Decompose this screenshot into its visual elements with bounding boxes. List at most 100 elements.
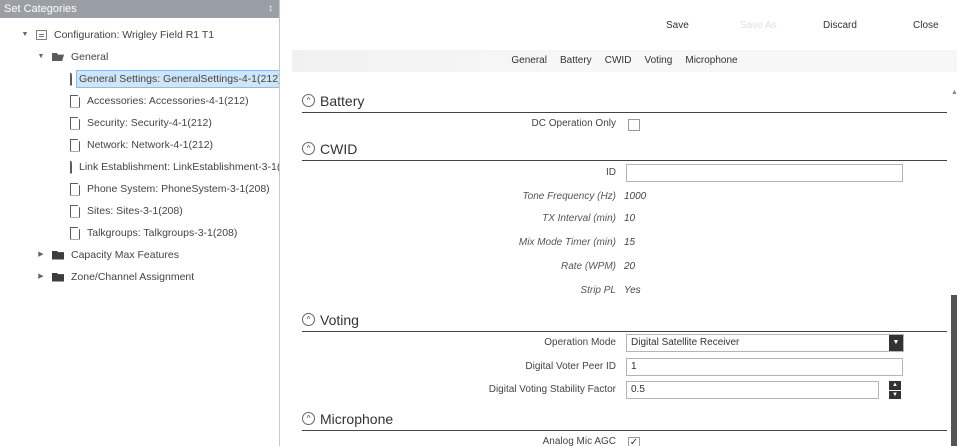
dc-operation-checkbox[interactable] — [628, 119, 640, 131]
tree-item-label: Phone System: PhoneSystem-3-1(208) — [87, 183, 270, 195]
section-tabs: General Battery CWID Voting Microphone — [292, 50, 957, 72]
tree-node-capacity-max[interactable]: ▶ Capacity Max Features — [0, 244, 279, 266]
expand-caret-icon[interactable]: ▼ — [20, 24, 30, 46]
folder-icon — [52, 250, 64, 260]
stability-factor-spinner[interactable]: ▲ ▼ — [889, 381, 901, 399]
tab-battery[interactable]: Battery — [560, 50, 592, 72]
folder-icon — [52, 272, 64, 282]
spin-down-icon[interactable]: ▼ — [889, 390, 901, 399]
document-icon — [70, 138, 80, 152]
tone-frequency-row: Tone Frequency (Hz) 1000 — [292, 187, 955, 209]
cwid-id-input[interactable] — [626, 164, 903, 182]
tree-item-label: Talkgroups: Talkgroups-3-1(208) — [87, 227, 238, 239]
expand-caret-icon[interactable]: ▶ — [36, 266, 46, 288]
tree-item-general-settings[interactable]: General Settings: GeneralSettings-4-1(21… — [0, 68, 279, 90]
scroll-up-icon[interactable]: ▲ — [951, 89, 958, 96]
tree-node-configuration[interactable]: ▼ Configuration: Wrigley Field R1 T1 — [0, 24, 279, 46]
spin-up-icon[interactable]: ▲ — [889, 381, 901, 390]
category-tree: ▼ Configuration: Wrigley Field R1 T1 ▼ G… — [0, 18, 279, 288]
dropdown-arrow-icon[interactable]: ▼ — [889, 335, 903, 351]
field-label: Analog Mic AGC — [542, 436, 616, 446]
scrollbar-thumb[interactable] — [951, 295, 957, 446]
voter-peer-id-input[interactable]: 1 — [626, 358, 903, 376]
mix-mode-timer-row: Mix Mode Timer (min) 15 — [292, 233, 955, 255]
folder-open-icon — [52, 53, 64, 61]
tx-interval-value: 10 — [624, 213, 636, 224]
cwid-section-header[interactable]: ^ CWID — [302, 137, 947, 161]
tree-item-security[interactable]: Security: Security-4-1(212) — [0, 112, 279, 134]
tree-item-label: Link Establishment: LinkEstablishment-3-… — [79, 161, 279, 173]
tree-item-label: Sites: Sites-3-1(208) — [87, 205, 183, 217]
expand-caret-icon[interactable]: ▼ — [36, 46, 46, 68]
close-button[interactable]: Close — [913, 20, 939, 31]
document-icon — [70, 116, 80, 130]
tree-node-general[interactable]: ▼ General — [0, 46, 279, 68]
stability-factor-input[interactable]: 0.5 — [626, 381, 879, 399]
tree-item-label: Accessories: Accessories-4-1(212) — [87, 95, 249, 107]
tab-voting[interactable]: Voting — [644, 50, 672, 72]
collapse-icon[interactable]: ^ — [302, 412, 315, 425]
tree-item-talkgroups[interactable]: Talkgroups: Talkgroups-3-1(208) — [0, 222, 279, 244]
expand-caret-icon[interactable]: ▶ — [36, 244, 46, 266]
strip-pl-value: Yes — [624, 285, 641, 296]
cwid-id-row: ID — [292, 163, 955, 185]
field-label: Mix Mode Timer (min) — [518, 237, 616, 248]
section-title: CWID — [320, 140, 358, 157]
document-icon — [70, 94, 80, 108]
field-label: Strip PL — [580, 285, 616, 296]
collapse-icon[interactable]: ^ — [302, 94, 315, 107]
battery-section-header[interactable]: ^ Battery — [302, 89, 947, 113]
tree-item-label: Security: Security-4-1(212) — [87, 117, 212, 129]
discard-button[interactable]: Discard — [823, 20, 857, 31]
operation-mode-select[interactable]: Digital Satellite Receiver ▼ — [626, 334, 904, 352]
collapse-icon[interactable]: ^ — [302, 142, 315, 155]
settings-content: ^ Battery DC Operation Only ^ CWID ID To… — [292, 83, 955, 446]
voter-peer-id-row: Digital Voter Peer ID 1 — [292, 357, 955, 379]
section-title: Microphone — [320, 410, 394, 427]
voting-section-header[interactable]: ^ Voting — [302, 308, 947, 332]
tree-item-sites[interactable]: Sites: Sites-3-1(208) — [0, 200, 279, 222]
field-label: Rate (WPM) — [561, 261, 616, 272]
stability-factor-row: Digital Voting Stability Factor 0.5 ▲ ▼ — [292, 380, 955, 402]
save-button[interactable]: Save — [666, 20, 689, 31]
section-title: Voting — [320, 311, 359, 328]
rate-row: Rate (WPM) 20 — [292, 257, 955, 279]
vertical-scrollbar[interactable]: ▲ — [951, 83, 958, 446]
tree-node-label: Configuration: Wrigley Field R1 T1 — [54, 29, 215, 41]
document-icon — [70, 160, 72, 174]
collapse-icon[interactable]: ^ — [302, 313, 315, 326]
microphone-section-header[interactable]: ^ Microphone — [302, 407, 947, 431]
tree-item-network[interactable]: Network: Network-4-1(212) — [0, 134, 279, 156]
field-label: Digital Voter Peer ID — [525, 361, 616, 372]
pin-icon[interactable]: ↕ — [268, 0, 273, 18]
document-icon — [70, 72, 72, 86]
dc-operation-row: DC Operation Only — [292, 114, 955, 136]
tree-item-label: General Settings: GeneralSettings-4-1(21… — [76, 70, 279, 88]
field-label: ID — [606, 167, 616, 178]
mix-mode-timer-value: 15 — [624, 237, 636, 248]
document-icon — [70, 182, 80, 196]
operation-mode-value: Digital Satellite Receiver — [631, 337, 740, 348]
toolbar: Save Save As Discard Close — [292, 20, 961, 42]
tab-microphone[interactable]: Microphone — [685, 50, 737, 72]
analog-mic-agc-checkbox[interactable]: ✓ — [628, 437, 640, 446]
field-label: Operation Mode — [544, 337, 616, 348]
tab-cwid[interactable]: CWID — [605, 50, 632, 72]
document-icon — [70, 204, 80, 218]
tree-item-phone-system[interactable]: Phone System: PhoneSystem-3-1(208) — [0, 178, 279, 200]
save-as-button[interactable]: Save As — [740, 20, 777, 31]
panel-title: Set Categories — [4, 3, 77, 15]
tree-node-label: Zone/Channel Assignment — [71, 271, 195, 283]
tree-node-label: General — [71, 51, 109, 63]
tree-item-label: Network: Network-4-1(212) — [87, 139, 214, 151]
tx-interval-row: TX Interval (min) 10 — [292, 209, 955, 231]
tree-item-link-establishment[interactable]: Link Establishment: LinkEstablishment-3-… — [0, 156, 279, 178]
settings-editor: Save Save As Discard Close General Batte… — [292, 0, 961, 446]
tree-node-label: Capacity Max Features — [71, 249, 179, 261]
tab-general[interactable]: General — [511, 50, 547, 72]
strip-pl-row: Strip PL Yes — [292, 281, 955, 303]
tree-item-accessories[interactable]: Accessories: Accessories-4-1(212) — [0, 90, 279, 112]
set-categories-panel: Set Categories ↕ ▼ Configuration: Wrigle… — [0, 0, 280, 446]
panel-title-bar: Set Categories ↕ — [0, 0, 279, 18]
tree-node-zone-channel[interactable]: ▶ Zone/Channel Assignment — [0, 266, 279, 288]
